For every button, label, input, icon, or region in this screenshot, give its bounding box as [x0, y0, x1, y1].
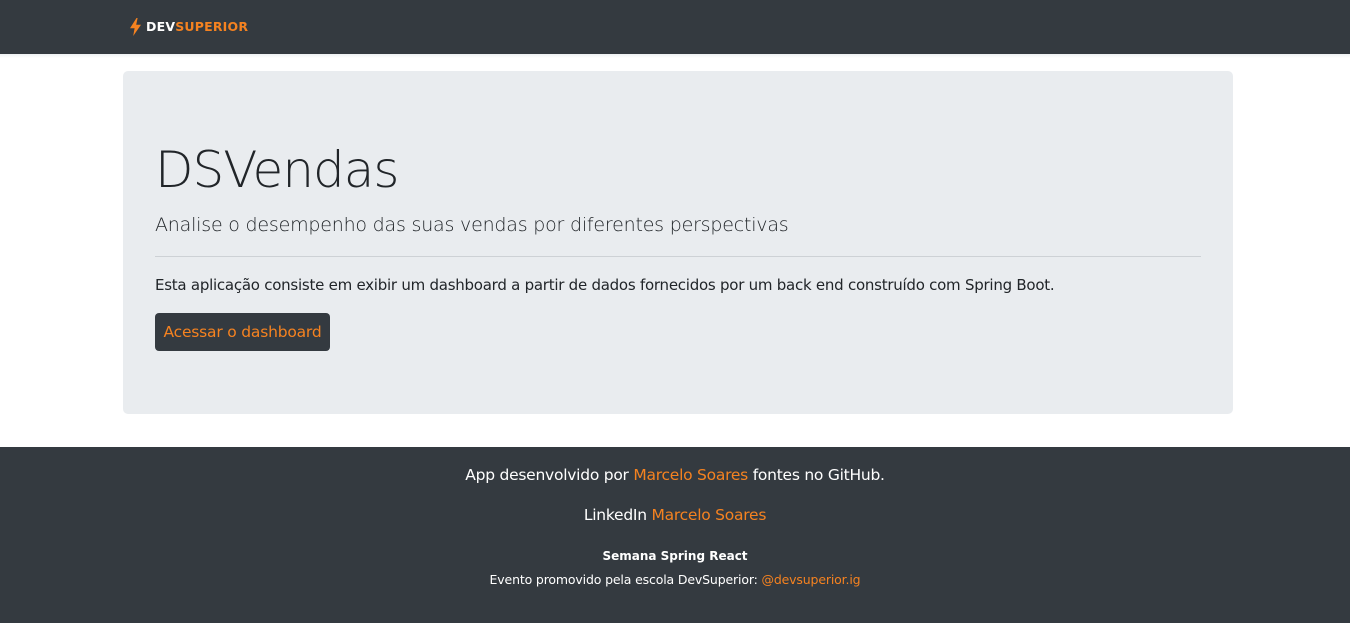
- hero-divider: [155, 256, 1201, 257]
- brand-name: DEVSUPERIOR: [146, 18, 248, 36]
- navbar-shadow: [0, 54, 1350, 58]
- footer-linkedin-label: LinkedIn: [583, 506, 647, 524]
- footer-credits: App desenvolvido por Marcelo Soares font…: [0, 464, 1350, 486]
- footer-linkedin: LinkedIn Marcelo Soares: [0, 504, 1350, 526]
- lightning-bolt-icon: [130, 18, 141, 36]
- hero-lead-text: Analise o desempenho das suas vendas por…: [155, 214, 789, 236]
- brand-name-dev: DEV: [146, 19, 176, 34]
- hero-jumbotron: DSVendas Analise o desempenho das suas v…: [123, 71, 1233, 414]
- devsuperior-instagram-link[interactable]: @devsuperior.ig: [761, 572, 860, 587]
- page-footer: App desenvolvido por Marcelo Soares font…: [0, 447, 1350, 623]
- footer-event-title: Semana Spring React: [602, 549, 748, 563]
- brand-logo-link[interactable]: DEVSUPERIOR: [129, 18, 248, 36]
- footer-event-info: Evento promovido pela escola DevSuperior…: [0, 572, 1350, 588]
- brand-name-superior: SUPERIOR: [175, 19, 249, 34]
- footer-credits-suffix: fontes no GitHub.: [752, 466, 885, 484]
- hero-description: Esta aplicação consiste em exibir um das…: [155, 276, 1055, 294]
- top-navbar: DEVSUPERIOR: [0, 0, 1350, 54]
- access-dashboard-button[interactable]: Acessar o dashboard: [155, 313, 330, 351]
- page-title: DSVendas: [155, 141, 399, 199]
- author-github-link[interactable]: Marcelo Soares: [633, 466, 748, 484]
- footer-event-text: Evento promovido pela escola DevSuperior…: [489, 572, 758, 587]
- author-linkedin-link[interactable]: Marcelo Soares: [652, 506, 767, 524]
- footer-credits-prefix: App desenvolvido por: [465, 466, 629, 484]
